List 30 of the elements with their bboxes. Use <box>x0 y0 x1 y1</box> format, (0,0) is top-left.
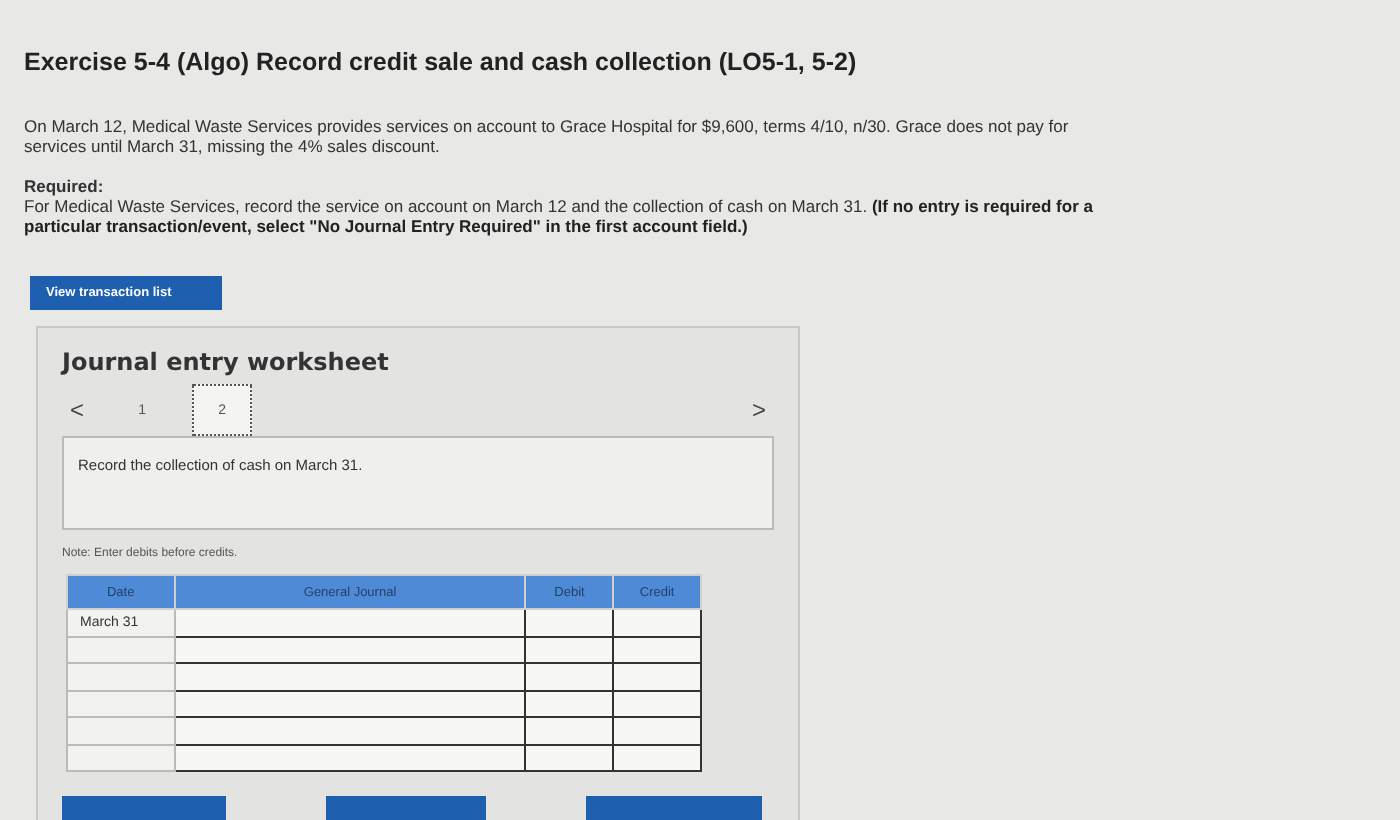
date-cell <box>67 663 175 690</box>
debit-field[interactable] <box>525 690 614 717</box>
date-cell <box>67 690 175 717</box>
credit-field[interactable] <box>613 690 701 717</box>
account-field[interactable] <box>174 636 526 663</box>
account-field[interactable] <box>174 609 526 636</box>
previous-button[interactable]: < <box>62 396 93 424</box>
debit-field[interactable] <box>525 744 614 771</box>
scenario-text: On March 12, Medical Waste Services provides services on account to Grace Hospital for $9,600, terms 4/10, n/30. Grace does not pay for services until March 31, missing the 4% sales discount. <box>24 116 1071 156</box>
credit-field[interactable] <box>613 663 701 690</box>
credit-field[interactable] <box>613 717 701 744</box>
account-field[interactable] <box>174 690 526 717</box>
debit-field[interactable] <box>525 636 614 663</box>
date-cell <box>67 744 175 771</box>
account-field[interactable] <box>174 717 526 744</box>
exercise-title: Exercise 5-4 (Algo) Record credit sale and cash collection (LO5-1, 5-2) <box>24 48 859 76</box>
account-field[interactable] <box>174 744 526 771</box>
debit-field[interactable] <box>525 609 614 636</box>
required-heading: Required: <box>24 176 106 196</box>
debit-field[interactable] <box>525 663 614 690</box>
worksheet-title: Journal entry worksheet <box>62 348 391 376</box>
next-button[interactable]: > <box>743 396 774 424</box>
date-cell <box>67 636 175 663</box>
date-cell <box>67 717 175 744</box>
credit-field[interactable] <box>613 609 701 636</box>
credit-field[interactable] <box>613 636 701 663</box>
required-text: For Medical Waste Services, record the service on account on March 12 and the collection of cash on March 31. (If no entry is required for a particular transaction/event, select "No Journal Entry Required" in the first account field.) <box>24 196 1095 236</box>
credit-field[interactable] <box>613 744 701 771</box>
account-field[interactable] <box>174 663 526 690</box>
debit-field[interactable] <box>525 717 614 744</box>
